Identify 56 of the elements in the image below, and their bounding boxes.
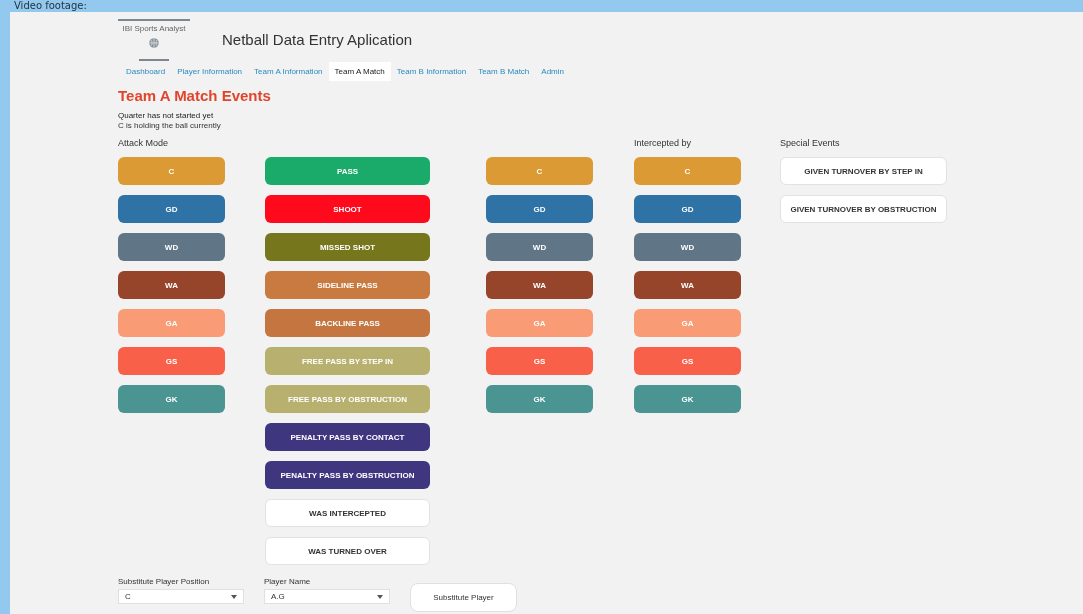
event-button[interactable]: C: [634, 157, 741, 185]
event-button[interactable]: GS: [486, 347, 593, 375]
nav-tab[interactable]: Team B Match: [472, 62, 536, 81]
dropdown-field[interactable]: A.G: [264, 589, 390, 604]
event-button[interactable]: PASS: [265, 157, 430, 185]
ball-icon: [148, 37, 160, 49]
nav-tab[interactable]: Team A Information: [248, 62, 329, 81]
app-title: Netball Data Entry Aplication: [222, 30, 413, 48]
event-button[interactable]: MISSED SHOT: [265, 233, 430, 261]
event-button[interactable]: GIVEN TURNOVER BY OBSTRUCTION: [780, 195, 947, 223]
event-button[interactable]: WAS TURNED OVER: [265, 537, 430, 565]
event-button[interactable]: PENALTY PASS BY OBSTRUCTION: [265, 461, 430, 489]
field-label: Substitute Player Position: [118, 577, 211, 586]
event-button[interactable]: WA: [486, 271, 593, 299]
caret-icon: [231, 594, 237, 599]
status-text: C is holding the ball currently: [118, 121, 222, 131]
frame-caption: Video footage:: [14, 0, 87, 12]
column-heading: Attack Mode: [118, 141, 170, 145]
event-button[interactable]: GA: [486, 309, 593, 337]
page-title: Team A Match Events: [118, 87, 272, 104]
nav-tab[interactable]: Team B Information: [390, 62, 473, 81]
event-button[interactable]: WA: [118, 271, 225, 299]
event-button[interactable]: C: [486, 157, 593, 185]
event-button[interactable]: WD: [634, 233, 741, 261]
nav-tab[interactable]: Team A Match: [328, 62, 391, 81]
nav-tab[interactable]: Dashboard: [120, 62, 172, 81]
event-button[interactable]: GD: [486, 195, 593, 223]
event-button[interactable]: GD: [118, 195, 225, 223]
event-button[interactable]: WD: [486, 233, 593, 261]
dropdown-field[interactable]: C: [118, 589, 244, 604]
field-label: Player Name: [264, 577, 312, 586]
event-button[interactable]: PENALTY PASS BY CONTACT: [265, 423, 430, 451]
event-button[interactable]: FREE PASS BY OBSTRUCTION: [265, 385, 430, 413]
substitute-button[interactable]: Substitute Player: [410, 583, 517, 612]
event-button[interactable]: WA: [634, 271, 741, 299]
status-text: Quarter has not started yet: [118, 110, 215, 121]
event-button[interactable]: GK: [634, 385, 741, 413]
event-button[interactable]: WAS INTERCEPTED: [265, 499, 430, 527]
event-button[interactable]: WD: [118, 233, 225, 261]
event-button[interactable]: GK: [118, 385, 225, 413]
event-button[interactable]: FREE PASS BY STEP IN: [265, 347, 430, 375]
nav-tab[interactable]: Admin: [535, 62, 570, 81]
event-button[interactable]: GIVEN TURNOVER BY STEP IN: [780, 157, 947, 185]
nav-tab[interactable]: Player Information: [171, 62, 249, 81]
caret-icon: [377, 594, 383, 599]
event-button[interactable]: C: [118, 157, 225, 185]
event-button[interactable]: SHOOT: [265, 195, 430, 223]
event-button[interactable]: BACKLINE PASS: [265, 309, 430, 337]
event-button[interactable]: SIDELINE PASS: [265, 271, 430, 299]
event-button[interactable]: GS: [118, 347, 225, 375]
event-button[interactable]: GS: [634, 347, 741, 375]
logo: IBI Sports Analyst: [118, 19, 190, 59]
event-button[interactable]: GD: [634, 195, 741, 223]
event-button[interactable]: GA: [118, 309, 225, 337]
event-button[interactable]: GA: [634, 309, 741, 337]
event-button[interactable]: GK: [486, 385, 593, 413]
